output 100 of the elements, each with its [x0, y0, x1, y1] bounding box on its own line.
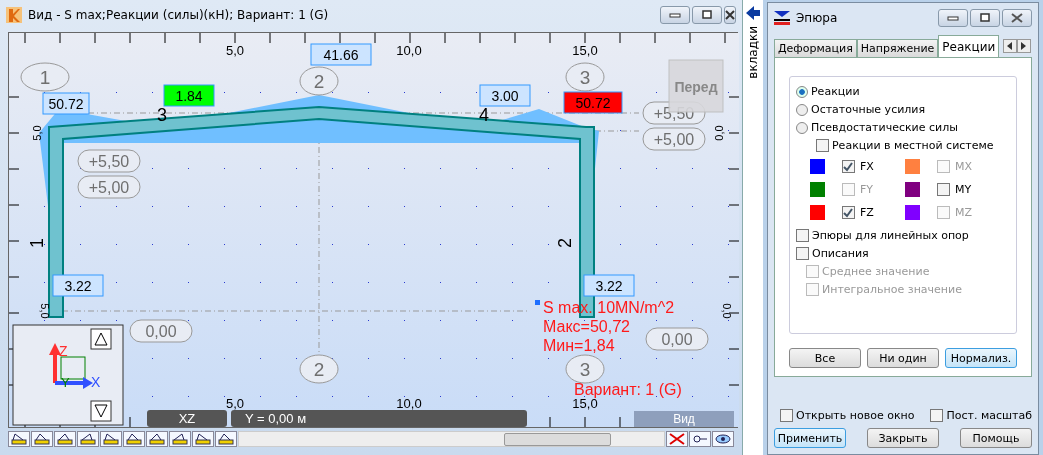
value-label: 1.84: [163, 84, 215, 107]
minimize-icon: [947, 15, 959, 21]
option-label: Открыть новое окно: [796, 409, 915, 422]
axis-label: X: [91, 374, 101, 390]
dialog-button[interactable]: Закрыть: [867, 428, 939, 448]
tool-icon[interactable]: [54, 431, 76, 447]
legend-text: Мин=1,84: [543, 337, 615, 354]
close-icon: [725, 10, 735, 20]
level-bubble: +5,00: [77, 175, 141, 199]
scroll-left-button[interactable]: [1003, 39, 1018, 53]
tool-icon[interactable]: [31, 431, 53, 447]
minimize-button[interactable]: [660, 6, 690, 24]
maximize-icon: [701, 10, 713, 20]
right-arrow-icon: [1021, 42, 1028, 50]
tool-icon[interactable]: [77, 431, 99, 447]
horizontal-scrollbar[interactable]: [238, 431, 665, 447]
diagram-icon: [774, 11, 790, 25]
axis-bubble: 2: [299, 354, 339, 384]
side-tab[interactable]: вкладки: [743, 0, 763, 455]
close-button[interactable]: [724, 6, 736, 24]
tab[interactable]: Напряжение: [856, 39, 939, 57]
tool-icon[interactable]: [8, 431, 30, 447]
ruler-label: 5,0: [225, 43, 245, 58]
dialog-button[interactable]: Нормализ.: [945, 348, 1017, 368]
axis-triad-drawing: [49, 343, 93, 389]
dialog-button[interactable]: Применить: [774, 428, 846, 448]
option-label: Реакции в местной системе: [832, 139, 994, 152]
value-label: 3.22: [52, 274, 104, 297]
arrow-icon: [746, 6, 760, 20]
minimize-icon: [669, 12, 681, 18]
tool-icon[interactable]: [192, 431, 214, 447]
legend-text: Макс=50,72: [543, 318, 630, 335]
axis-bubble: 3: [565, 62, 605, 92]
axis-label: Z: [59, 343, 68, 359]
level-bubble: +5,50: [77, 149, 141, 173]
level-bubble: 0,00: [129, 319, 193, 343]
axis-bubble: 1: [20, 62, 70, 92]
tool-icon[interactable]: [100, 431, 122, 447]
option-label: Пост. масштаб: [946, 409, 1032, 422]
tool-icon[interactable]: [169, 431, 191, 447]
component-label: FY: [860, 183, 874, 196]
ruler-label: 10,0: [396, 396, 422, 411]
coordinate-label: 5,0: [31, 125, 43, 141]
close-icon: [1011, 13, 1023, 23]
radio-button[interactable]: [796, 103, 808, 116]
maximize-button[interactable]: [970, 9, 1000, 27]
radio-button[interactable]: [796, 85, 808, 98]
tool-icon[interactable]: [689, 431, 711, 447]
dialog-button[interactable]: Помощь: [960, 428, 1032, 448]
value-label: 50.72: [42, 92, 90, 115]
plane-button[interactable]: XZ: [147, 410, 227, 427]
checkbox[interactable]: [816, 139, 829, 152]
value-label: 50.72: [563, 91, 623, 114]
up-arrow-button[interactable]: [90, 328, 112, 350]
option-label: Описания: [812, 247, 869, 260]
close-button[interactable]: [1002, 9, 1032, 27]
value-label: 3.22: [583, 274, 635, 297]
ruler-label: 15,0: [572, 43, 598, 58]
option-label: Псевдостатические силы: [811, 121, 958, 134]
left-arrow-icon: [1007, 42, 1014, 50]
option-label: Остаточные усилия: [811, 103, 926, 116]
radio-button[interactable]: [796, 121, 808, 134]
checkbox[interactable]: [780, 409, 793, 422]
component-label: MZ: [955, 206, 972, 219]
dialog-button[interactable]: Ни один: [867, 348, 939, 368]
dialog-button[interactable]: Все: [789, 348, 861, 368]
scroll-right-button[interactable]: [1017, 39, 1032, 53]
maximize-icon: [979, 13, 991, 23]
coordinate-label: 0,0: [721, 303, 733, 319]
value-label: 41.66: [310, 43, 372, 66]
component-label: MY: [955, 183, 972, 196]
coordinate-label: 0,0: [713, 125, 725, 141]
tool-icon[interactable]: [123, 431, 145, 447]
maximize-button[interactable]: [692, 6, 722, 24]
tool-icon[interactable]: [146, 431, 168, 447]
app-icon: [6, 7, 22, 23]
option-label: Среднее значение: [822, 265, 930, 278]
level-bubble: +5,00: [642, 127, 706, 151]
checkbox[interactable]: [796, 247, 809, 260]
option-label: Эпюры для линейных опор: [812, 229, 969, 242]
checkbox[interactable]: [930, 409, 944, 422]
tool-icon[interactable]: [215, 431, 237, 447]
window-title: Вид - S max;Реакции (силы)(кН); Вариант: 1 (G): [28, 8, 330, 22]
tab-label: вкладки: [746, 26, 760, 79]
level-bubble: 0,00: [645, 327, 709, 351]
value-label: 3.00: [479, 84, 531, 107]
legend-marker: [535, 300, 540, 305]
variant-label: Вариант: 1 (G): [574, 381, 682, 398]
eye-icon[interactable]: [712, 431, 734, 447]
tab[interactable]: Реакции: [938, 35, 1000, 57]
coordinate-label: 5,0: [39, 303, 51, 319]
checkbox[interactable]: [842, 206, 855, 219]
down-arrow-button[interactable]: [90, 400, 112, 422]
tab[interactable]: Деформация: [774, 39, 857, 57]
checkbox[interactable]: [842, 160, 855, 173]
checkbox[interactable]: [796, 229, 809, 242]
member-number: 1: [27, 238, 47, 248]
checkbox[interactable]: [937, 183, 950, 196]
minimize-button[interactable]: [938, 9, 968, 27]
coordinate-field[interactable]: Y = 0,00 м: [231, 410, 527, 427]
